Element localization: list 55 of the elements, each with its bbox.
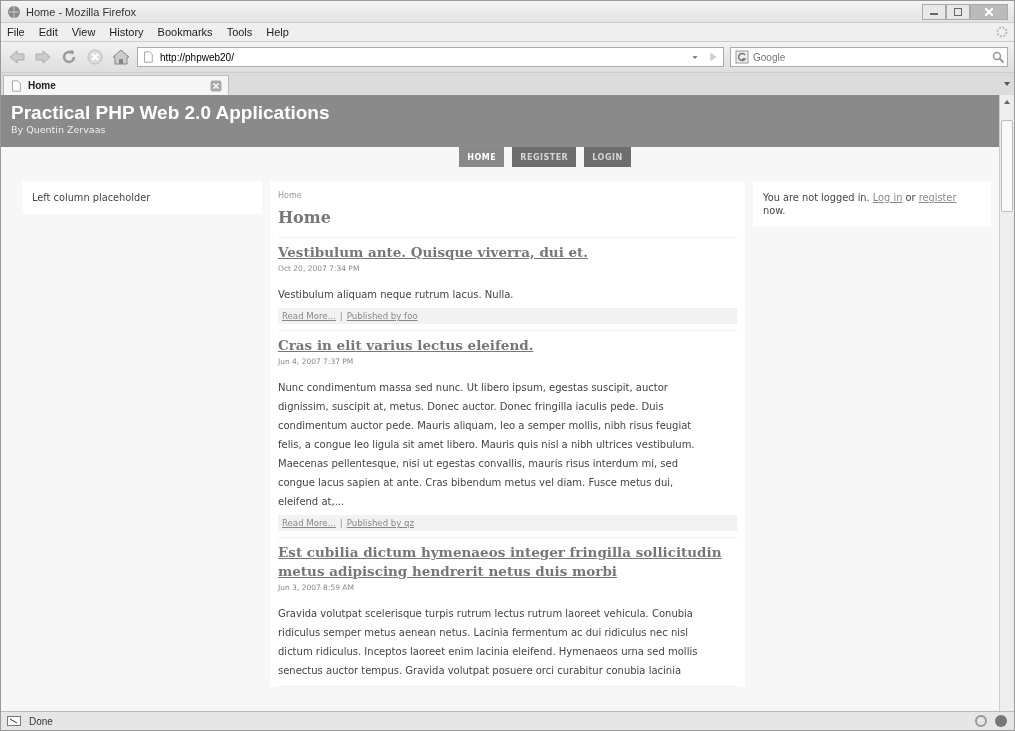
search-engine-icon bbox=[735, 50, 749, 64]
post-title-link[interactable]: Vestibulum ante. Quisque viverra, dui et. bbox=[278, 243, 737, 262]
separator: | bbox=[339, 518, 343, 528]
page-heading: Home bbox=[278, 208, 737, 238]
nav-tab[interactable]: LOGIN bbox=[584, 147, 631, 167]
post-body: Gravida volutpat scelerisque turpis rutrum lectus rutrum laoreet vehicula. Conubia ridiculus semper metus aenean netus. Lacinia fermentum ac dui ridiculus nec nisl dictum ridiculus. Inceptos laoreet enim lacinia eleifend. Hymenaeos urna sed mollis senectus auctor tempus. Gravida volutpat posuere orci curabitur conubia lacinia bbox=[278, 607, 699, 678]
site-title: Practical PHP Web 2.0 Applications bbox=[11, 102, 331, 124]
menu-item[interactable]: Tools bbox=[226, 26, 253, 38]
status-icon bbox=[7, 714, 21, 728]
status-text: Done bbox=[29, 715, 53, 727]
close-button[interactable] bbox=[970, 3, 1008, 20]
close-tab-icon[interactable] bbox=[210, 79, 222, 92]
tab-list-icon[interactable] bbox=[1004, 82, 1010, 86]
nav-tab[interactable]: HOME bbox=[459, 147, 505, 167]
scroll-thumb[interactable] bbox=[1001, 120, 1013, 212]
site-subtitle: By Quentin Zervaas bbox=[11, 124, 107, 135]
page-icon bbox=[142, 51, 154, 63]
menu-item[interactable]: Bookmarks bbox=[157, 26, 213, 38]
left-column-text: Left column placeholder bbox=[22, 181, 262, 214]
scrollbar[interactable] bbox=[999, 95, 1014, 711]
scroll-up-icon[interactable] bbox=[1004, 100, 1010, 104]
read-more-link[interactable]: Read More... bbox=[282, 518, 336, 528]
menu-item[interactable]: File bbox=[7, 26, 25, 38]
read-more-link[interactable]: Read More... bbox=[282, 311, 336, 321]
post-title-link[interactable]: Est cubilia dictum hymenaeos integer fringilla sollicitudin metus adipiscing hendrerit netus duis morbi bbox=[278, 543, 737, 581]
post-body: Nunc condimentum massa sed nunc. Ut libero ipsum, egestas suscipit, auctor dignissim, suscipit at, metus. Donec auctor. Donec fringilla iaculis pede. Duis condimentum auctor pede. Mauris aliquam, leo a semper mollis, nibh risus feugiat felis, a congue leo ligula sit amet libero. Mauris quis nisl a nibh ultrices vestibulum. Maecenas pellentesque, nisi ut egestas convallis, mauris risus interdum mi, sed congue lacus sapien at ante. Cras bibendum metus vel diam. Fusce metus dui, eleifend at,... bbox=[278, 381, 696, 509]
separator: | bbox=[339, 311, 343, 321]
login-message: You are not logged in. Log in or register now. bbox=[753, 181, 991, 227]
search-box[interactable]: Google bbox=[730, 47, 1008, 67]
throbber-icon bbox=[996, 26, 1008, 38]
maximize-button[interactable] bbox=[946, 3, 970, 20]
go-icon bbox=[707, 51, 719, 63]
post-title-link[interactable]: Cras in elit varius lectus eleifend. bbox=[278, 336, 737, 355]
addon-icon bbox=[994, 714, 1008, 728]
stop-icon[interactable] bbox=[85, 47, 105, 67]
menu-item[interactable]: Edit bbox=[38, 26, 58, 38]
author-link[interactable]: Published by qz bbox=[346, 518, 415, 528]
post-body: Vestibulum aliquam neque rutrum lacus. Nulla. bbox=[278, 288, 515, 302]
page-icon bbox=[10, 79, 22, 92]
menu-item[interactable]: View bbox=[71, 26, 96, 38]
status-circle-icon bbox=[974, 714, 988, 728]
globe-icon bbox=[7, 4, 21, 19]
register-link[interactable]: register bbox=[918, 192, 957, 203]
home-icon[interactable] bbox=[111, 47, 131, 67]
search-icon bbox=[991, 50, 1005, 64]
nav-tab[interactable]: REGISTER bbox=[512, 147, 577, 167]
window-title: Home - Mozilla Firefox bbox=[26, 5, 137, 18]
browser-tab[interactable]: Home bbox=[3, 75, 229, 95]
menu-item[interactable]: Help bbox=[266, 26, 289, 38]
login-link[interactable]: Log in bbox=[872, 192, 903, 203]
minimize-button[interactable] bbox=[922, 3, 946, 20]
breadcrumb[interactable]: Home bbox=[278, 191, 302, 200]
address-bar[interactable]: http://phpweb20/ bbox=[137, 47, 724, 67]
menu-item[interactable]: History bbox=[109, 26, 144, 38]
author-link[interactable]: Published by foo bbox=[346, 311, 418, 321]
